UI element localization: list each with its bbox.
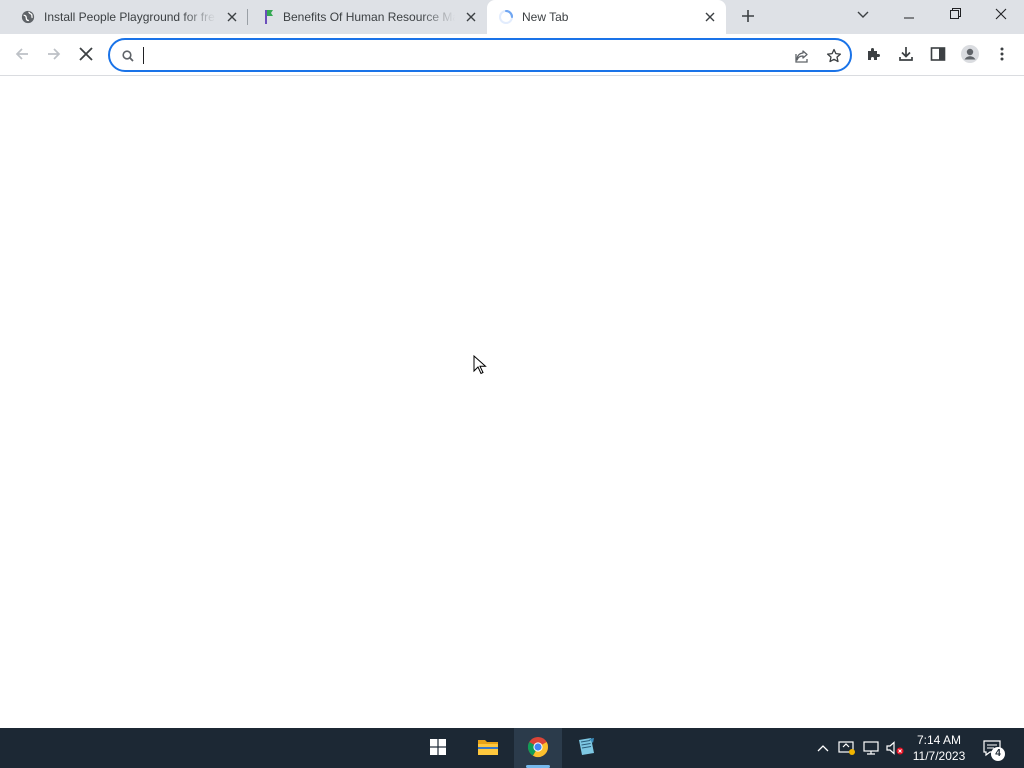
start-button[interactable] bbox=[416, 728, 460, 768]
tab-install-people-playground[interactable]: Install People Playground for fre bbox=[8, 0, 246, 34]
address-input[interactable] bbox=[142, 45, 782, 65]
clock-date: 11/7/2023 bbox=[912, 749, 966, 763]
extensions-button[interactable] bbox=[860, 41, 888, 69]
notepad-icon bbox=[575, 736, 597, 761]
chrome-taskbar-button[interactable] bbox=[516, 728, 560, 768]
tab-close-icon[interactable] bbox=[224, 9, 240, 25]
side-panel-button[interactable] bbox=[924, 41, 952, 69]
page-content[interactable] bbox=[0, 77, 1024, 728]
profile-avatar-icon bbox=[960, 44, 980, 67]
security-center-icon[interactable] bbox=[837, 738, 857, 758]
side-panel-icon bbox=[930, 46, 946, 65]
mouse-pointer-icon bbox=[473, 354, 487, 378]
download-icon bbox=[898, 46, 914, 65]
taskbar-clock[interactable]: 7:14 AM 11/7/2023 bbox=[906, 732, 972, 764]
tab-close-icon[interactable] bbox=[702, 9, 718, 25]
minimize-icon bbox=[904, 8, 914, 22]
globe-icon bbox=[20, 9, 36, 25]
close-window-button[interactable] bbox=[978, 0, 1024, 30]
stop-loading-icon bbox=[79, 46, 93, 64]
tab-title: Install People Playground for fre bbox=[44, 10, 215, 24]
menu-kebab-icon bbox=[1000, 47, 1004, 64]
tab-search-chevron-icon bbox=[857, 8, 869, 22]
notepad-button[interactable] bbox=[564, 728, 608, 768]
tab-search-button[interactable] bbox=[840, 0, 886, 30]
extensions-puzzle-icon bbox=[866, 46, 882, 65]
downloads-button[interactable] bbox=[892, 41, 920, 69]
notification-count-badge: 4 bbox=[991, 747, 1005, 761]
back-button[interactable] bbox=[8, 41, 36, 69]
file-explorer-button[interactable] bbox=[466, 728, 510, 768]
forward-button[interactable] bbox=[40, 41, 68, 69]
clock-time: 7:14 AM bbox=[916, 733, 962, 747]
restore-button[interactable] bbox=[932, 0, 978, 30]
chrome-icon bbox=[527, 736, 549, 761]
forward-arrow-icon bbox=[46, 46, 62, 65]
plus-icon bbox=[741, 9, 755, 26]
windows-start-icon bbox=[430, 738, 446, 758]
address-bar[interactable] bbox=[108, 38, 852, 72]
volume-muted-icon[interactable] bbox=[885, 738, 905, 758]
text-caret bbox=[143, 47, 144, 64]
file-explorer-icon bbox=[477, 738, 499, 759]
chrome-menu-button[interactable] bbox=[988, 41, 1016, 69]
share-icon[interactable] bbox=[792, 46, 812, 66]
show-hidden-chevron-icon[interactable] bbox=[813, 738, 833, 758]
profile-button[interactable] bbox=[956, 41, 984, 69]
browser-toolbar bbox=[0, 34, 1024, 76]
new-tab-button[interactable] bbox=[736, 5, 760, 29]
minimize-button[interactable] bbox=[886, 0, 932, 30]
tab-new-tab[interactable]: New Tab bbox=[487, 0, 726, 34]
tab-title: Benefits Of Human Resource Ma bbox=[283, 10, 455, 24]
loading-spinner-icon bbox=[498, 9, 514, 25]
windows-taskbar: 7:14 AM 11/7/2023 bbox=[0, 728, 1024, 768]
stop-loading-button[interactable] bbox=[72, 41, 100, 69]
tab-benefits-of-hr[interactable]: Benefits Of Human Resource Ma bbox=[248, 0, 486, 34]
bookmark-star-icon[interactable] bbox=[824, 46, 844, 66]
tab-title: New Tab bbox=[522, 10, 569, 24]
flag-icon bbox=[260, 9, 276, 25]
back-arrow-icon bbox=[14, 46, 30, 65]
close-icon bbox=[995, 8, 1007, 23]
network-icon[interactable] bbox=[861, 738, 881, 758]
search-icon bbox=[120, 48, 136, 64]
tab-close-icon[interactable] bbox=[463, 9, 479, 25]
restore-icon bbox=[949, 8, 961, 22]
tab-strip: Install People Playground for fre Benefi… bbox=[0, 0, 1024, 34]
